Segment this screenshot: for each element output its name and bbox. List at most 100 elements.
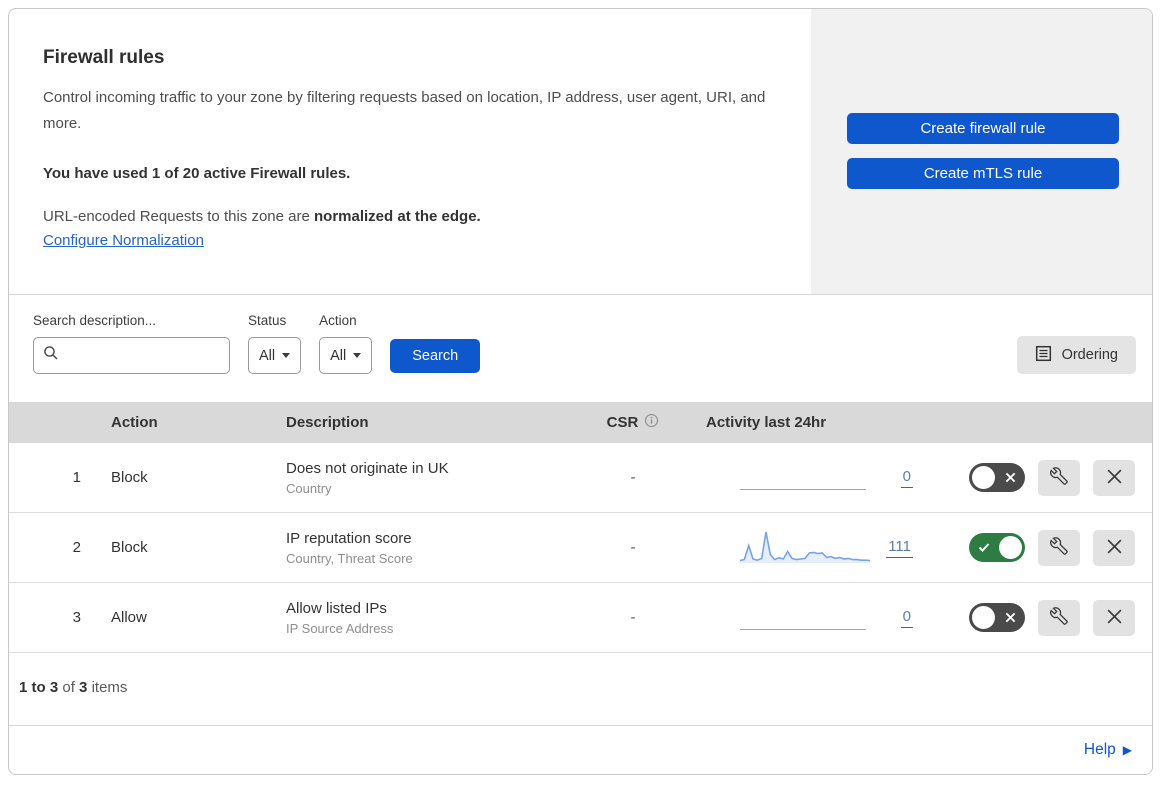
search-input[interactable] [66,347,220,364]
filter-bar: Search description... Status All Action … [9,294,1152,402]
activity-count-link[interactable]: 0 [900,468,913,488]
status-group: Status All [248,313,302,374]
activity-sparkline-empty [740,599,870,637]
arrow-right-icon: ▶ [1122,743,1132,757]
delete-rule-button[interactable] [1093,459,1135,496]
table-header-row: Action Description CSR Activity last 24h… [9,402,1152,443]
table-row: 1 Block Does not originate in UK Country… [9,443,1152,513]
toggle-x-icon [1005,463,1016,492]
rule-csr: - [630,539,636,556]
activity-sparkline [739,529,871,567]
firewall-rules-card: Firewall rules Control incoming traffic … [8,8,1153,775]
rule-activity: 0 [688,459,933,497]
rule-activity: 0 [688,599,933,637]
rule-description-title: Allow listed IPs [286,599,387,617]
toggle-x-icon [1005,603,1016,632]
wrench-icon [1050,467,1068,488]
edit-rule-button[interactable] [1038,529,1080,566]
page-description: Control incoming traffic to your zone by… [43,89,766,132]
action-select-value: All [330,347,347,364]
header-text-block: Firewall rules Control incoming traffic … [9,9,811,294]
chevron-down-icon [353,353,362,358]
rule-controls [933,459,1152,496]
ordering-button[interactable]: Ordering [1016,336,1136,374]
close-icon [1106,608,1123,628]
activity-count-link[interactable]: 111 [886,538,913,558]
rules-table: Action Description CSR Activity last 24h… [9,402,1152,653]
rule-action: Block [111,539,148,556]
rule-enabled-toggle[interactable] [969,533,1025,562]
wrench-icon [1050,537,1068,558]
ordering-button-label: Ordering [1061,347,1118,363]
rule-action: Block [111,469,148,486]
help-row: Help ▶ [9,725,1152,774]
rule-description-title: Does not originate in UK [286,459,449,477]
rule-activity: 111 [688,529,933,567]
status-select-value: All [259,347,276,364]
csr-column-label: CSR [606,414,639,431]
rule-action: Allow [111,609,147,626]
close-icon [1106,538,1123,558]
action-select[interactable]: All [319,337,373,374]
actions-panel: Create firewall rule Create mTLS rule [811,9,1152,294]
normalization-bold: normalized at the edge. [314,207,481,225]
summary-of: of [62,679,75,696]
usage-text: You have used 1 of 20 active Firewall ru… [43,164,351,182]
csr-column-header: CSR [578,413,688,432]
description-column-header: Description [286,414,369,431]
rule-enabled-toggle[interactable] [969,603,1025,632]
rule-description-fields: Country [286,480,332,496]
configure-normalization-link[interactable]: Configure Normalization [43,232,204,249]
status-label: Status [248,313,287,328]
rule-csr: - [630,469,636,486]
rule-priority: 3 [72,609,81,626]
rule-description: IP reputation score Country, Threat Scor… [278,530,578,566]
summary-range: 1 to 3 [19,679,59,696]
delete-rule-button[interactable] [1093,599,1135,636]
toggle-check-icon [978,533,990,562]
activity-column-header: Activity last 24hr [706,414,827,431]
rule-enabled-toggle[interactable] [969,463,1025,492]
summary-items: items [91,679,128,696]
edit-rule-button[interactable] [1038,599,1080,636]
search-button[interactable]: Search [390,339,481,373]
search-icon [43,345,59,366]
toggle-knob [972,606,995,629]
delete-rule-button[interactable] [1093,529,1135,566]
table-row: 3 Allow Allow listed IPs IP Source Addre… [9,583,1152,653]
toggle-knob [999,536,1022,559]
search-group: Search description... [33,313,230,374]
header-section: Firewall rules Control incoming traffic … [9,9,1152,294]
summary-total: 3 [79,679,88,696]
activity-count-link[interactable]: 0 [900,608,913,628]
table-row: 2 Block IP reputation score Country, Thr… [9,513,1152,583]
wrench-icon [1050,607,1068,628]
create-firewall-rule-button[interactable]: Create firewall rule [847,113,1119,144]
action-column-header: Action [111,414,158,431]
rule-description: Allow listed IPs IP Source Address [278,600,578,636]
search-box[interactable] [33,337,230,374]
activity-sparkline-empty [740,459,870,497]
rule-description-fields: Country, Threat Score [286,550,413,566]
rule-csr: - [630,609,636,626]
create-mtls-rule-button[interactable]: Create mTLS rule [847,158,1119,189]
rule-description: Does not originate in UK Country [278,460,578,496]
rule-priority: 2 [72,539,81,556]
toggle-knob [972,466,995,489]
help-link-label: Help [1083,741,1116,758]
edit-rule-button[interactable] [1038,459,1080,496]
rule-controls [933,529,1152,566]
rule-priority: 1 [72,469,81,486]
info-icon[interactable] [644,413,659,432]
action-group: Action All [319,313,373,374]
close-icon [1106,468,1123,488]
chevron-down-icon [282,353,291,358]
action-label: Action [319,313,357,328]
ordering-list-icon [1035,345,1052,366]
help-link[interactable]: Help ▶ [1084,741,1132,759]
normalization-prefix: URL-encoded Requests to this zone are [43,207,314,225]
status-select[interactable]: All [248,337,302,374]
table-summary: 1 to 3 of 3 items [9,653,1152,725]
normalization-text: URL-encoded Requests to this zone are no… [43,208,771,225]
page-title: Firewall rules [43,47,165,68]
